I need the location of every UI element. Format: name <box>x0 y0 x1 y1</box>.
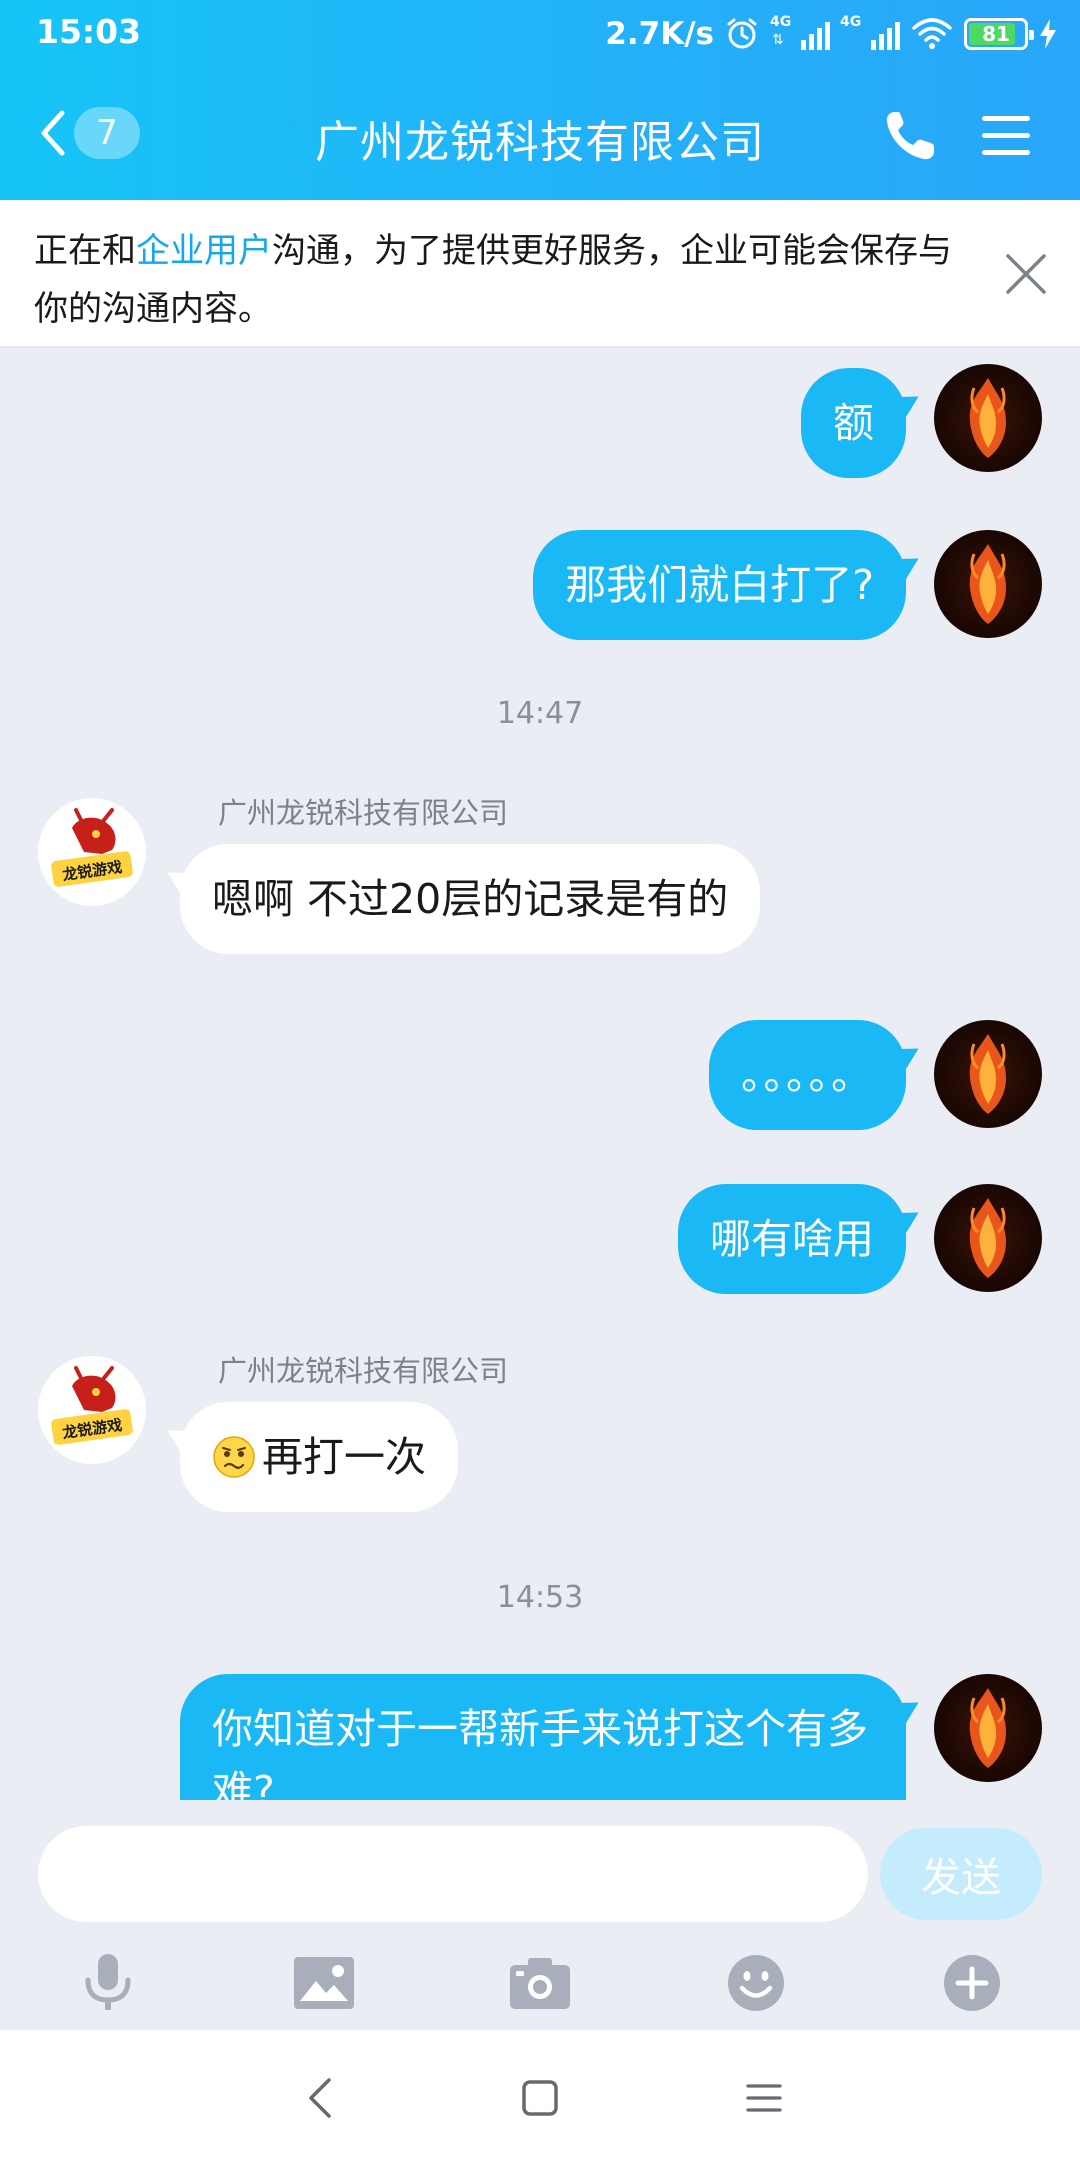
phone-icon <box>886 112 934 160</box>
my-avatar[interactable] <box>934 530 1042 638</box>
more-button[interactable] <box>936 1948 1008 2018</box>
input-bar: 发送 <box>0 1800 1080 2030</box>
microphone-icon <box>85 1954 131 2010</box>
sender-name: 广州龙锐科技有限公司 <box>218 796 509 830</box>
menu-icon <box>982 116 1030 155</box>
chat-settings-button[interactable] <box>980 110 1032 162</box>
charging-icon <box>1038 18 1058 50</box>
nav-back-button[interactable] <box>290 2068 350 2128</box>
message-timestamp: 14:47 <box>496 696 584 731</box>
sim1-tag: 4G <box>770 14 792 30</box>
status-right: 2.7K/s 4G ⇅ 4G 81 <box>605 10 1058 58</box>
voice-button[interactable] <box>72 1948 144 2018</box>
status-bar: 15:03 2.7K/s 4G ⇅ 4G 81 <box>0 0 1080 68</box>
wifi-icon <box>910 16 954 52</box>
net-speed: 2.7K/s <box>605 16 714 52</box>
image-icon <box>294 1957 354 2009</box>
camera-icon <box>510 1958 570 2009</box>
signal-icon: 4G ⇅ <box>770 14 830 54</box>
my-avatar[interactable] <box>934 1184 1042 1292</box>
emoji-icon <box>728 1955 784 2011</box>
photo-button[interactable] <box>288 1948 360 2018</box>
title-bar: 7 广州龙锐科技有限公司 <box>0 68 1080 200</box>
message-timestamp: 14:53 <box>496 1580 584 1615</box>
my-message-bubble[interactable]: 哪有啥用 <box>678 1184 906 1294</box>
signal-icon: 4G <box>840 14 900 54</box>
close-icon <box>1006 254 1046 294</box>
notice-text: 正在和企业用户沟通，为了提供更好服务，企业可能会保存与你的沟通内容。 <box>34 222 974 338</box>
contact-avatar[interactable]: 龙锐游戏 <box>38 1356 146 1464</box>
my-message-bubble[interactable]: 你知道对于一帮新手来说打这个有多难? <box>180 1674 906 1800</box>
my-message-bubble[interactable]: 。。。。。 <box>709 1020 906 1130</box>
recents-icon <box>746 2084 782 2112</box>
sender-name: 广州龙锐科技有限公司 <box>218 1354 509 1388</box>
system-nav-bar <box>0 2030 1080 2160</box>
battery-level: 81 <box>982 22 1010 46</box>
my-message-bubble[interactable]: 那我们就白打了? <box>533 530 906 640</box>
enterprise-notice: 正在和企业用户沟通，为了提供更好服务，企业可能会保存与你的沟通内容。 <box>0 200 1080 348</box>
status-time: 15:03 <box>36 12 142 51</box>
battery-icon: 81 <box>964 18 1034 50</box>
nav-recents-button[interactable] <box>734 2068 794 2128</box>
contact-avatar[interactable]: 龙锐游戏 <box>38 798 146 906</box>
my-message-bubble[interactable]: 额 <box>801 368 906 478</box>
message-text: 再打一次 <box>262 1433 426 1481</box>
notice-prefix: 正在和 <box>34 231 136 271</box>
camera-button[interactable] <box>504 1948 576 2018</box>
sim2-tag: 4G <box>840 14 862 30</box>
my-avatar[interactable] <box>934 1020 1042 1128</box>
plus-icon <box>944 1955 1000 2011</box>
input-toolbar <box>0 1948 1080 2018</box>
send-button[interactable]: 发送 <box>880 1828 1042 1920</box>
emoji-button[interactable] <box>720 1948 792 2018</box>
my-avatar[interactable] <box>934 1674 1042 1782</box>
message-list[interactable]: 额 那我们就白打了? 14:47 龙锐游戏 广州龙锐科技有限公司 嗯啊 不过20… <box>0 348 1080 1800</box>
message-input[interactable] <box>38 1826 868 1922</box>
notice-highlight-link[interactable]: 企业用户 <box>136 231 272 271</box>
contact-message-bubble[interactable]: 嗯啊 不过20层的记录是有的 <box>180 844 761 954</box>
confused-face-emoji-icon <box>213 1436 255 1478</box>
header: 15:03 2.7K/s 4G ⇅ 4G 81 7 广州龙锐科技有限公司 <box>0 0 1080 200</box>
my-avatar[interactable] <box>934 364 1042 472</box>
back-icon <box>309 2078 331 2118</box>
phone-call-button[interactable] <box>880 106 940 166</box>
home-icon <box>522 2080 558 2116</box>
chat-screen: 15:03 2.7K/s 4G ⇅ 4G 81 7 广州龙锐科技有限公司 正在和… <box>0 0 1080 2160</box>
alarm-icon <box>724 16 760 52</box>
contact-message-bubble[interactable]: 再打一次 <box>180 1402 458 1512</box>
nav-home-button[interactable] <box>510 2068 570 2128</box>
notice-close-button[interactable] <box>1000 248 1052 300</box>
